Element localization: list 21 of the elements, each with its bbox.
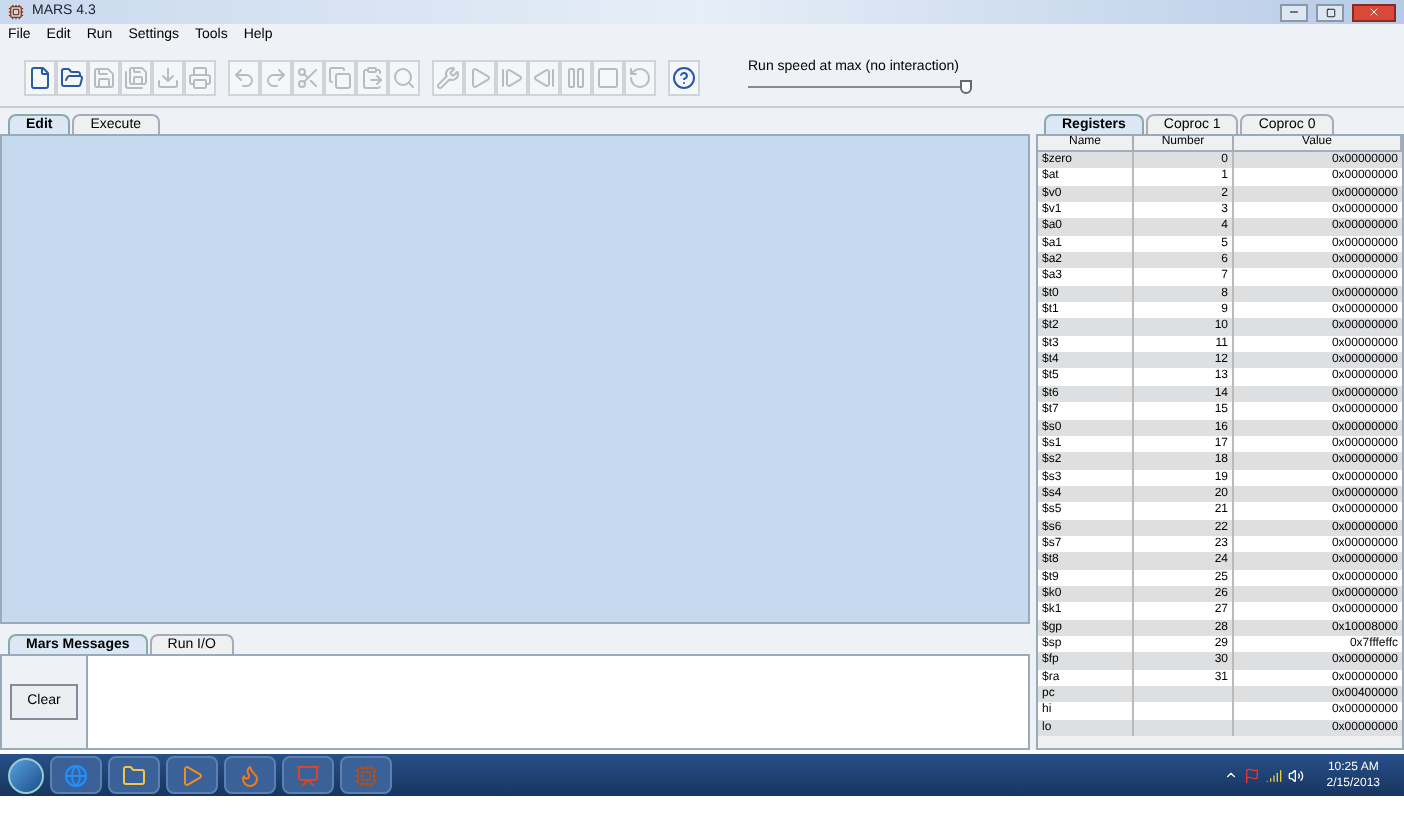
signal-icon[interactable] (1266, 767, 1283, 783)
speed-slider[interactable] (748, 80, 972, 97)
start-button[interactable] (8, 757, 44, 793)
chip-icon[interactable] (340, 756, 392, 794)
maximize-icon (1325, 7, 1335, 17)
editor-area[interactable] (0, 134, 1030, 624)
speaker-icon[interactable] (1288, 767, 1305, 783)
minimize-button[interactable] (1280, 3, 1308, 21)
minimize-icon (1288, 6, 1300, 18)
open-folder-icon[interactable] (56, 59, 88, 95)
new-file-icon[interactable] (24, 59, 56, 95)
tray-expand-icon[interactable] (1224, 768, 1239, 782)
maximize-button[interactable] (1316, 3, 1344, 21)
folder-icon[interactable] (108, 756, 160, 794)
app-icon (8, 4, 24, 20)
play-icon[interactable] (166, 756, 218, 794)
flame-icon[interactable] (224, 756, 276, 794)
help-icon[interactable] (668, 59, 700, 95)
close-button[interactable] (1352, 3, 1396, 21)
close-icon (1368, 6, 1380, 18)
presentation-icon[interactable] (282, 756, 334, 794)
